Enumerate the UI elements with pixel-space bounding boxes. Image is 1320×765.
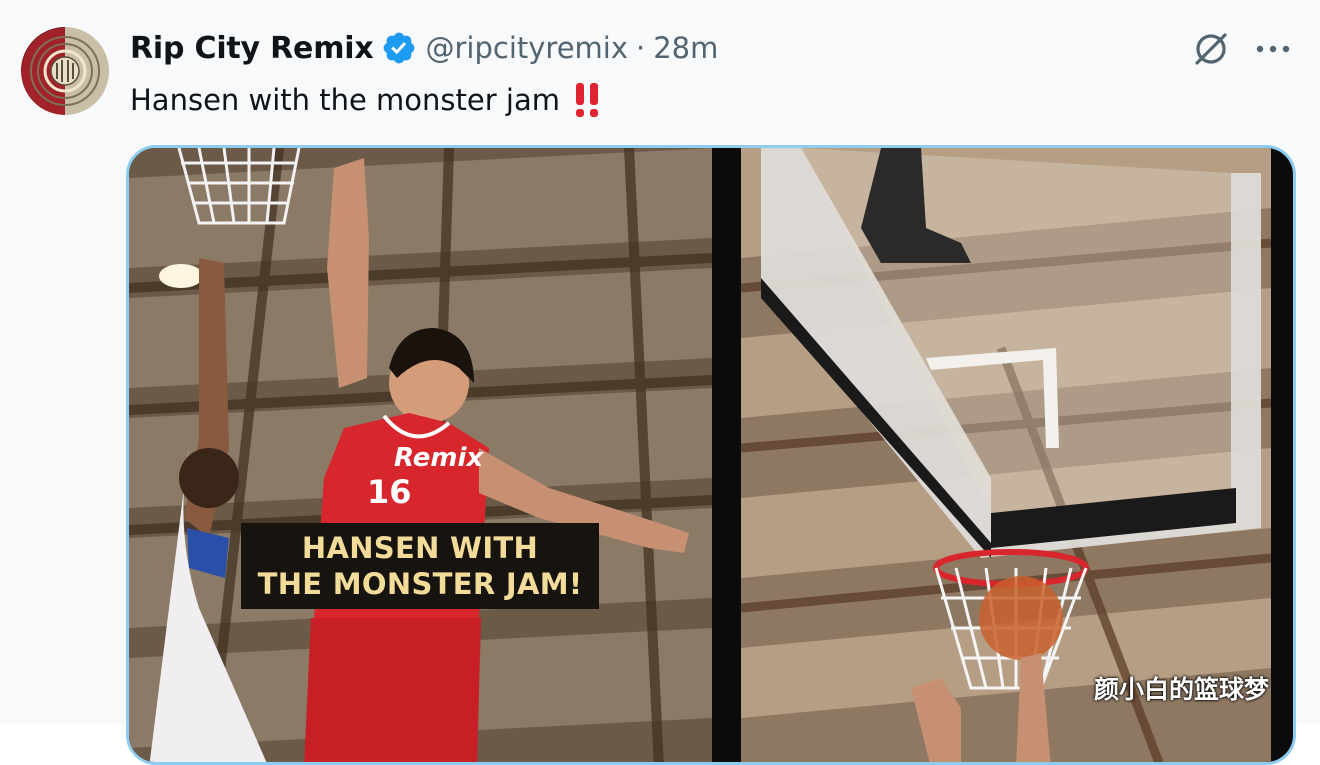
- double-exclamation-icon: [574, 83, 600, 117]
- tweet-text-content: Hansen with the monster jam: [130, 83, 560, 117]
- author-name[interactable]: Rip City Remix: [130, 31, 374, 66]
- author-handle[interactable]: @ripcityremix: [425, 31, 628, 65]
- timestamp[interactable]: 28m: [653, 31, 718, 65]
- caption-line-1: HANSEN WITH: [301, 531, 539, 565]
- tweet-text: Hansen with the monster jam: [130, 78, 600, 122]
- separator-dot: ·: [636, 31, 646, 65]
- tweet-card[interactable]: Rip City Remix @ripcityremix · 28m Hanse…: [0, 0, 1320, 765]
- grok-button[interactable]: [1186, 26, 1236, 72]
- verified-badge-icon: [384, 32, 415, 64]
- jersey-text: Remix: [394, 443, 484, 473]
- grok-icon: [1195, 33, 1227, 65]
- author-avatar[interactable]: [21, 27, 109, 115]
- jersey-number: 16: [367, 473, 412, 511]
- rip-city-logo-icon: [21, 27, 109, 115]
- more-dots-icon: [1256, 45, 1290, 53]
- tweet-header: Rip City Remix @ripcityremix · 28m: [130, 26, 718, 70]
- caption-line-2: THE MONSTER JAM!: [257, 567, 583, 601]
- media-photo-left[interactable]: Remix 16 HANSEN WITH THE MONSTER JAM!: [129, 148, 712, 762]
- dunk-photo-image: Remix 16: [129, 148, 712, 762]
- more-options-button[interactable]: [1248, 26, 1298, 72]
- watermark-text: 颜小白的篮球梦: [1094, 675, 1270, 704]
- caption-box: HANSEN WITH THE MONSTER JAM!: [241, 523, 599, 609]
